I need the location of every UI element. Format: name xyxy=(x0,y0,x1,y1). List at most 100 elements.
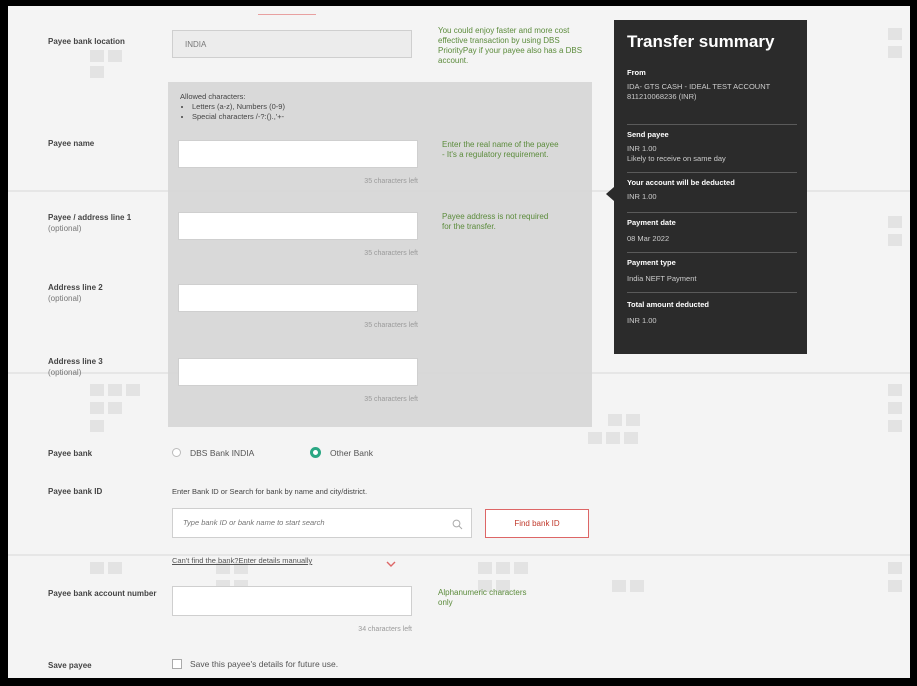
address-line2-label-text: Address line 2 xyxy=(48,283,103,292)
bg-tile xyxy=(888,28,902,40)
address-line3-input[interactable] xyxy=(178,358,418,386)
search-icon[interactable] xyxy=(452,517,463,535)
manual-entry-link-text: Can't find the bank?Enter details manual… xyxy=(172,556,313,565)
bg-tile xyxy=(612,580,626,592)
payee-bank-location-value: INDIA xyxy=(185,40,207,49)
allowed-item: Special characters /-?:().,'+- xyxy=(192,112,285,122)
bg-tile xyxy=(478,562,492,574)
summary-total-heading: Total amount deducted xyxy=(627,300,709,309)
find-bank-id-button[interactable]: Find bank ID xyxy=(485,509,589,538)
bg-tile xyxy=(888,384,902,396)
summary-deduct-heading: Your account will be deducted xyxy=(627,178,735,187)
bg-tile xyxy=(108,50,122,62)
bg-tile xyxy=(90,384,104,396)
address-line1-hint: Payee address is not required for the tr… xyxy=(442,212,549,231)
account-number-hint: Alphanumeric characters only xyxy=(438,588,527,607)
bg-tile xyxy=(588,432,602,444)
save-payee-checkbox-label: Save this payee's details for future use… xyxy=(190,659,339,669)
summary-from-value: IDA- GTS CASH - IDEAL TEST ACCOUNT 81121… xyxy=(627,82,771,101)
screenshot-frame: Payee bank location INDIA You could enjo… xyxy=(8,6,910,678)
allowed-characters-info: Allowed characters: Letters (a-z), Numbe… xyxy=(180,92,285,122)
bg-tile xyxy=(108,402,122,414)
bg-tile xyxy=(108,562,122,574)
bg-tile xyxy=(888,420,902,432)
bank-search-field[interactable] xyxy=(172,508,472,538)
summary-title: Transfer summary xyxy=(627,32,775,51)
bg-tile xyxy=(888,46,902,58)
payee-name-label: Payee name xyxy=(48,139,95,148)
bg-tile xyxy=(888,562,902,574)
summary-total-value: INR 1.00 xyxy=(627,316,657,325)
payee-bank-label: Payee bank xyxy=(48,449,93,458)
location-hint: You could enjoy faster and more cost eff… xyxy=(438,26,583,65)
address-line1-input[interactable] xyxy=(178,212,418,240)
address-line3-label-text: Address line 3 xyxy=(48,357,103,366)
bg-tile xyxy=(626,414,640,426)
top-accent-line xyxy=(258,14,316,15)
payee-name-counter: 35 characters left xyxy=(364,178,418,185)
bg-tile xyxy=(90,562,104,574)
summary-date-heading: Payment date xyxy=(627,218,676,227)
address-line2-input[interactable] xyxy=(178,284,418,312)
address-line2-optional: (optional) xyxy=(48,294,82,303)
summary-divider xyxy=(627,172,797,173)
summary-divider xyxy=(627,212,797,213)
summary-deduct-value: INR 1.00 xyxy=(627,192,657,201)
address-line1-label-text: Payee / address line 1 xyxy=(48,213,132,222)
payee-bank-id-instruction: Enter Bank ID or Search for bank by name… xyxy=(172,487,368,496)
payee-bank-location-label: Payee bank location xyxy=(48,37,125,46)
bg-tile xyxy=(90,66,104,78)
summary-divider xyxy=(627,124,797,125)
bg-tile xyxy=(624,432,638,444)
address-line1-optional: (optional) xyxy=(48,224,82,233)
bg-tile xyxy=(90,402,104,414)
payee-name-input[interactable] xyxy=(178,140,418,168)
summary-type-value: India NEFT Payment xyxy=(627,274,697,283)
summary-send-eta: Likely to receive on same day xyxy=(627,154,726,163)
address-line1-label: Payee / address line 1 (optional) xyxy=(48,212,158,234)
allowed-item: Letters (a-z), Numbers (0-9) xyxy=(192,102,285,112)
address-line3-optional: (optional) xyxy=(48,368,82,377)
bg-tile xyxy=(888,402,902,414)
address-line2-counter: 35 characters left xyxy=(364,322,418,329)
summary-from-heading: From xyxy=(627,68,646,77)
address-line1-counter: 35 characters left xyxy=(364,250,418,257)
bg-tile xyxy=(108,384,122,396)
save-payee-label: Save payee xyxy=(48,661,92,670)
allowed-title: Allowed characters: xyxy=(180,92,246,101)
payee-bank-location-field[interactable]: INDIA xyxy=(172,30,412,58)
divider xyxy=(8,554,910,556)
account-number-counter: 34 characters left xyxy=(358,626,412,633)
summary-divider xyxy=(627,292,797,293)
radio-other-bank-label: Other Bank xyxy=(330,448,373,458)
payee-name-hint: Enter the real name of the payee - It's … xyxy=(442,140,559,159)
radio-other-bank[interactable] xyxy=(310,447,321,458)
bg-tile xyxy=(888,580,902,592)
bg-tile xyxy=(496,562,510,574)
bg-tile xyxy=(888,234,902,246)
bg-tile xyxy=(608,414,622,426)
address-line3-counter: 35 characters left xyxy=(364,396,418,403)
bg-tile xyxy=(630,580,644,592)
payee-bank-id-label: Payee bank ID xyxy=(48,487,103,496)
transfer-summary-panel: Transfer summary From IDA- GTS CASH - ID… xyxy=(614,20,807,354)
bg-tile xyxy=(90,420,104,432)
chevron-down-icon[interactable] xyxy=(386,555,396,573)
summary-divider xyxy=(627,252,797,253)
bg-tile xyxy=(90,50,104,62)
address-line3-label: Address line 3 (optional) xyxy=(48,356,103,378)
summary-send-amount: INR 1.00 xyxy=(627,144,657,153)
radio-dbs-bank[interactable] xyxy=(172,448,181,457)
address-line2-label: Address line 2 (optional) xyxy=(48,282,103,304)
manual-entry-link[interactable]: Can't find the bank?Enter details manual… xyxy=(172,556,312,565)
account-number-input[interactable] xyxy=(172,586,412,616)
save-payee-checkbox[interactable] xyxy=(172,659,182,669)
summary-send-heading: Send payee xyxy=(627,130,669,139)
bank-search-input[interactable] xyxy=(181,517,445,528)
summary-date-value: 08 Mar 2022 xyxy=(627,234,670,243)
account-number-label: Payee bank account number xyxy=(48,589,157,598)
bg-tile xyxy=(606,432,620,444)
radio-dbs-bank-label: DBS Bank INDIA xyxy=(190,448,255,458)
summary-type-heading: Payment type xyxy=(627,258,676,267)
bg-tile xyxy=(126,384,140,396)
